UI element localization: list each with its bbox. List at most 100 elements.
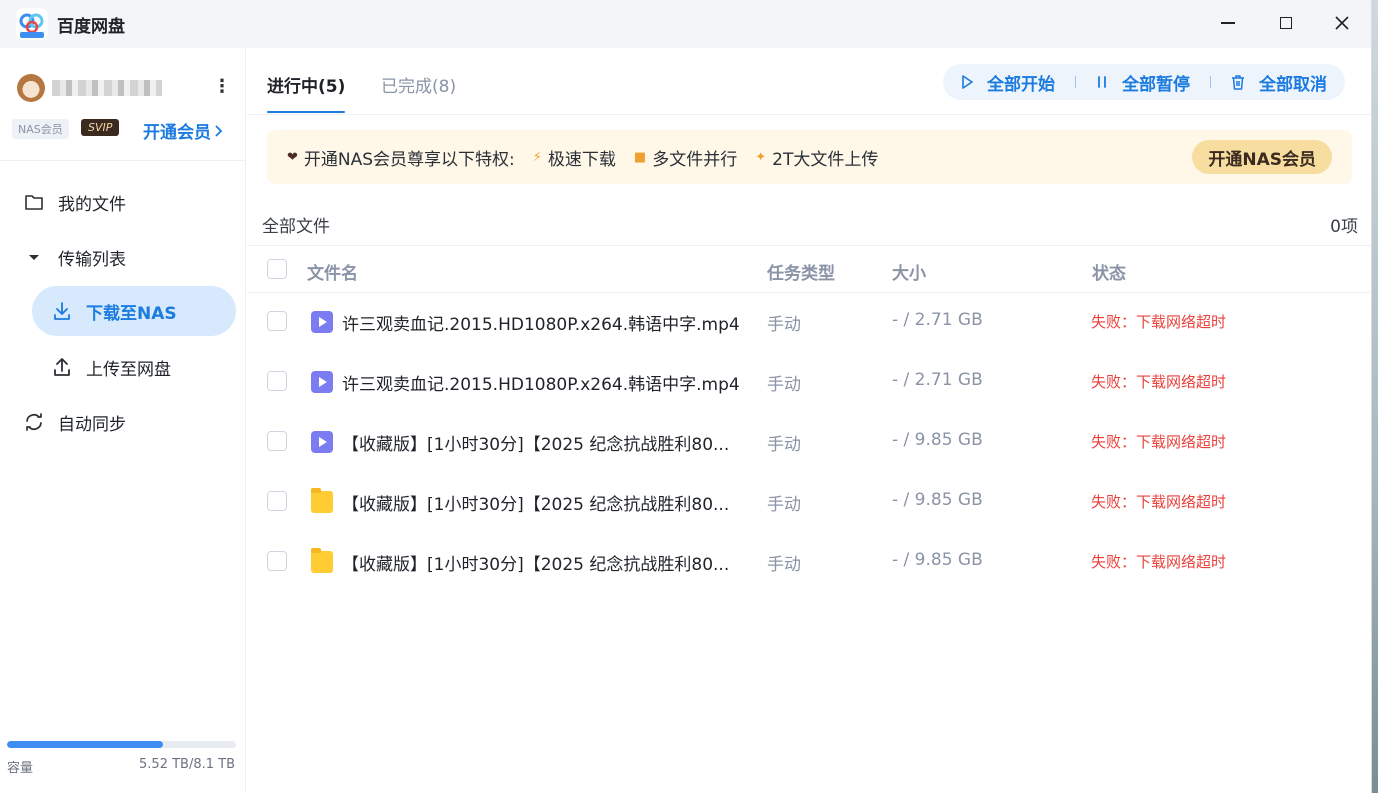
promo-title: ❤ 开通NAS会员尊享以下特权: <box>287 145 515 170</box>
file-name: 许三观卖血记.2015.HD1080P.x264.韩语中字.mp4 <box>342 375 740 395</box>
sidebar-item-download-to-nas[interactable]: 下载至NAS <box>32 286 236 336</box>
sync-icon <box>26 413 42 431</box>
storage-progress-fill <box>7 741 163 748</box>
upload-arrow-icon: ✦ <box>755 149 767 165</box>
app-window: 百度网盘 ⋮ NAS会员 SVIP 开通会员 我的文件 传输列表 下载至NAS <box>0 0 1372 793</box>
tab-completed[interactable]: 已完成(8) <box>381 72 456 97</box>
start-all-label: 全部开始 <box>987 74 1055 95</box>
storage-label: 容量 <box>7 761 34 776</box>
row-checkbox[interactable] <box>267 551 287 571</box>
column-header-task-type[interactable]: 任务类型 <box>767 259 835 284</box>
sidebar-item-label: 传输列表 <box>58 249 126 270</box>
sidebar: ⋮ NAS会员 SVIP 开通会员 我的文件 传输列表 下载至NAS 上传至网盘… <box>0 48 246 793</box>
pause-icon <box>1098 76 1106 88</box>
main-content: 进行中(5) 已完成(8) 全部开始 全部暂停 全部取消 ❤ 开通NAS会员尊享… <box>247 48 1371 793</box>
maximize-icon <box>1280 17 1292 29</box>
nas-promo-banner: ❤ 开通NAS会员尊享以下特权: ⚡ 极速下载 ■ 多文件并行 ✦ 2T大文件上… <box>267 130 1352 184</box>
task-type: 手动 <box>767 375 801 395</box>
open-nas-membership-button[interactable]: 开通NAS会员 <box>1192 140 1332 174</box>
file-size: - / 2.71 GB <box>892 310 983 330</box>
table-row[interactable]: 【收藏版】[1小时30分]【2025 纪念抗战胜利80... 手动 - / 9.… <box>247 413 1371 473</box>
video-file-icon <box>311 311 333 333</box>
folder-icon <box>311 488 333 513</box>
minimize-button[interactable] <box>1210 8 1246 38</box>
storage-value: 5.52 TB/8.1 TB <box>139 757 235 772</box>
column-header-status[interactable]: 状态 <box>1092 259 1126 284</box>
upload-icon <box>54 358 70 376</box>
file-size: - / 9.85 GB <box>892 550 983 570</box>
close-button[interactable] <box>1324 8 1360 38</box>
sidebar-item-label: 上传至网盘 <box>86 359 171 380</box>
bulk-actions: 全部开始 全部暂停 全部取消 <box>943 64 1345 100</box>
stack-icon: ■ <box>633 149 647 165</box>
row-checkbox[interactable] <box>267 371 287 391</box>
file-name: 【收藏版】[1小时30分]【2025 纪念抗战胜利80... <box>342 555 730 575</box>
promo-perk-large-upload: ✦ 2T大文件上传 <box>755 145 878 170</box>
trash-icon <box>1232 74 1244 90</box>
caret-down-icon <box>29 255 39 260</box>
column-header-size[interactable]: 大小 <box>892 259 926 284</box>
file-size: - / 9.85 GB <box>892 490 983 510</box>
sidebar-item-label: 自动同步 <box>58 414 126 435</box>
pause-all-button[interactable]: 全部暂停 <box>1096 70 1190 95</box>
column-header-filename[interactable]: 文件名 <box>307 259 358 284</box>
username-redacted <box>52 80 162 96</box>
play-icon <box>962 75 973 89</box>
sidebar-item-my-files[interactable]: 我的文件 <box>24 190 126 215</box>
table-row[interactable]: 【收藏版】[1小时30分]【2025 纪念抗战胜利80... 手动 - / 9.… <box>247 473 1371 533</box>
nas-member-badge: NAS会员 <box>12 119 69 139</box>
promo-perk-fast-download: ⚡ 极速下载 <box>533 145 616 170</box>
file-size: - / 9.85 GB <box>892 430 983 450</box>
sidebar-item-transfer-list[interactable]: 传输列表 <box>24 245 126 270</box>
table-header: 文件名 任务类型 大小 状态 <box>247 245 1371 293</box>
tab-in-progress[interactable]: 进行中(5) <box>267 72 346 113</box>
row-checkbox[interactable] <box>267 491 287 511</box>
file-name: 【收藏版】[1小时30分]【2025 纪念抗战胜利80... <box>342 435 730 455</box>
video-file-icon <box>311 371 333 393</box>
sidebar-divider <box>0 160 246 161</box>
sidebar-item-upload-to-cloud[interactable]: 上传至网盘 <box>52 355 171 380</box>
open-membership-link[interactable]: 开通会员 <box>143 118 223 143</box>
table-row[interactable]: 许三观卖血记.2015.HD1080P.x264.韩语中字.mp4 手动 - /… <box>247 293 1371 353</box>
sidebar-item-label: 我的文件 <box>58 194 126 215</box>
task-status: 失败：下载网络超时 <box>1091 493 1227 511</box>
action-divider <box>1210 76 1211 88</box>
chevron-right-icon <box>215 124 223 137</box>
minimize-icon <box>1221 22 1235 24</box>
diamond-heart-icon: ❤ <box>287 149 298 165</box>
task-type: 手动 <box>767 315 801 335</box>
list-header: 全部文件 <box>262 217 330 237</box>
download-icon <box>54 302 70 320</box>
storage-progress-bar <box>7 741 236 748</box>
task-status: 失败：下载网络超时 <box>1091 553 1227 571</box>
promo-perk-parallel: ■ 多文件并行 <box>634 145 737 170</box>
task-status: 失败：下载网络超时 <box>1091 433 1227 451</box>
more-options-icon[interactable]: ⋮ <box>213 76 231 97</box>
maximize-button[interactable] <box>1268 8 1304 38</box>
task-status: 失败：下载网络超时 <box>1091 373 1227 391</box>
table-row[interactable]: 【收藏版】[1小时30分]【2025 纪念抗战胜利80... 手动 - / 9.… <box>247 533 1371 593</box>
action-divider <box>1075 76 1076 88</box>
avatar[interactable] <box>17 74 45 102</box>
row-checkbox[interactable] <box>267 311 287 331</box>
title-bar: 百度网盘 <box>0 0 1371 48</box>
app-title: 百度网盘 <box>57 17 125 37</box>
promo-perk-label: 极速下载 <box>547 149 616 170</box>
select-all-checkbox[interactable] <box>267 259 287 279</box>
lightning-icon: ⚡ <box>532 149 542 165</box>
sidebar-item-label: 下载至NAS <box>86 303 177 324</box>
start-all-button[interactable]: 全部开始 <box>961 70 1055 95</box>
file-name: 【收藏版】[1小时30分]【2025 纪念抗战胜利80... <box>342 495 730 515</box>
pause-all-label: 全部暂停 <box>1122 74 1190 95</box>
sidebar-item-auto-sync[interactable]: 自动同步 <box>24 410 126 435</box>
svip-badge: SVIP <box>81 119 120 136</box>
folder-icon <box>311 548 333 573</box>
video-file-icon <box>311 431 333 453</box>
table-row[interactable]: 许三观卖血记.2015.HD1080P.x264.韩语中字.mp4 手动 - /… <box>247 353 1371 413</box>
cancel-all-button[interactable]: 全部取消 <box>1231 70 1327 95</box>
task-type: 手动 <box>767 495 801 515</box>
task-type: 手动 <box>767 555 801 575</box>
row-checkbox[interactable] <box>267 431 287 451</box>
file-name: 许三观卖血记.2015.HD1080P.x264.韩语中字.mp4 <box>342 315 740 335</box>
desktop-background-edge <box>1372 0 1378 793</box>
